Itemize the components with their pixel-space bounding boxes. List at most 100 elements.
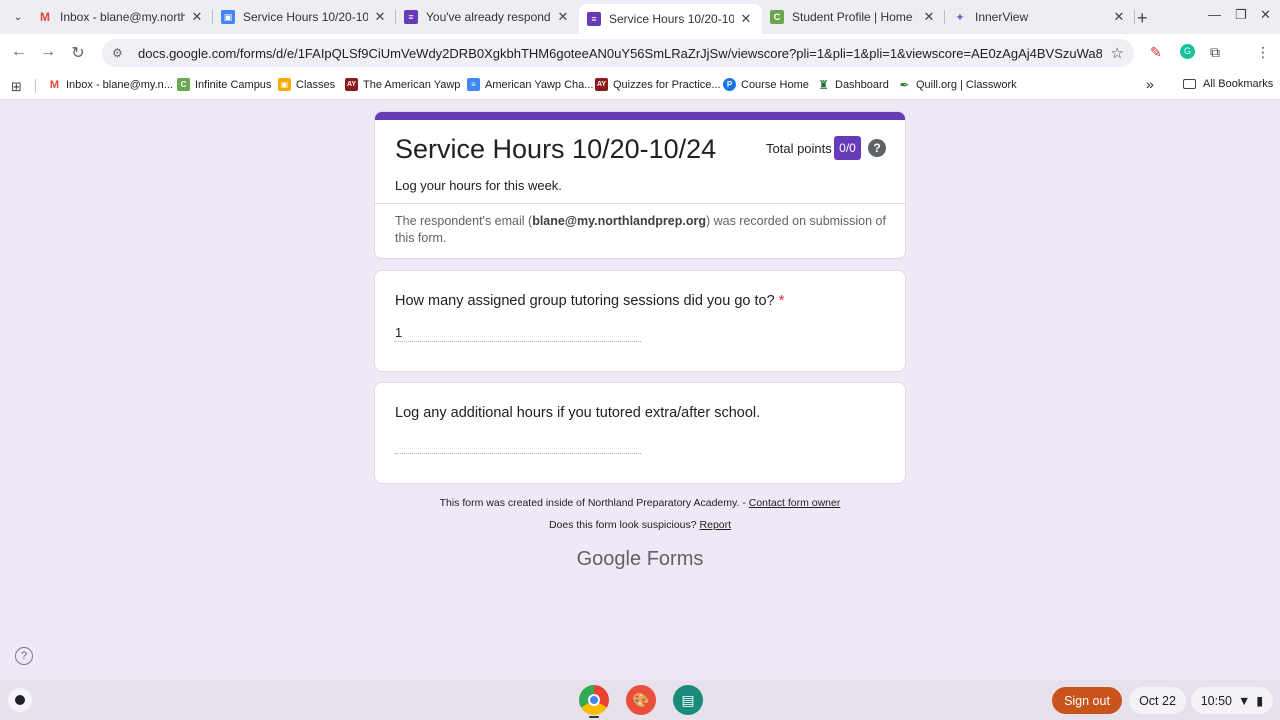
close-window-icon[interactable]: ✕ <box>1260 7 1271 23</box>
bookmarks-separator <box>35 79 36 93</box>
launcher-icon[interactable] <box>8 688 32 712</box>
bookmark-infinite-campus[interactable]: C Infinite Campus <box>177 78 271 91</box>
tab-innerview[interactable]: ✦ InnerView ✕ <box>945 4 1135 30</box>
back-arrow-icon[interactable]: ← <box>9 43 29 61</box>
time-display: 10:50 <box>1200 693 1232 708</box>
gmail-icon: M <box>49 78 60 91</box>
all-bookmarks-label: All Bookmarks <box>1203 78 1274 90</box>
grammarly-icon[interactable]: G <box>1180 44 1195 59</box>
answer-underline <box>395 453 641 454</box>
classroom-icon: ▣ <box>221 10 235 24</box>
forms-icon: ≡ <box>404 10 418 24</box>
contact-form-owner-link[interactable]: Contact form owner <box>749 497 841 509</box>
report-link[interactable]: Report <box>700 519 732 531</box>
innerview-icon: ✦ <box>955 11 965 24</box>
new-tab-plus-icon[interactable]: + <box>1137 8 1148 29</box>
bookmark-course-home[interactable]: P Course Home <box>723 78 809 91</box>
active-app-indicator <box>589 716 599 718</box>
footer-created-text: This form was created inside of Northlan… <box>439 497 749 509</box>
close-icon[interactable]: ✕ <box>372 9 388 25</box>
bookmark-label: Dashboard <box>835 78 889 91</box>
restore-icon[interactable]: ❐ <box>1235 7 1247 23</box>
bookmark-classes[interactable]: ▣ Classes <box>278 78 335 91</box>
required-asterisk: * <box>778 293 785 309</box>
tab-already-responded[interactable]: ≡ You've already responded ✕ <box>396 4 579 30</box>
tab-title: Service Hours 10/20-10/24 <box>609 12 734 26</box>
site-info-icon[interactable]: ⚙ <box>112 46 130 60</box>
yawp-icon: AY <box>345 78 358 91</box>
more-menu-icon[interactable]: ⋮ <box>1256 44 1270 61</box>
tab-student-profile[interactable]: C Student Profile | Home | Infi ✕ <box>762 4 945 30</box>
chrome-app-icon[interactable] <box>579 685 609 715</box>
tab-inbox[interactable]: M Inbox - blane@my.northland ✕ <box>30 4 213 30</box>
header-divider <box>375 203 905 204</box>
total-points-label: Total points <box>766 141 832 156</box>
help-question-icon[interactable]: ? <box>868 139 886 157</box>
forms-wordmark: Forms <box>646 548 704 570</box>
forward-arrow-icon[interactable]: → <box>38 43 58 61</box>
pen-extension-icon[interactable]: ✎ <box>1150 44 1162 61</box>
bookmark-label: Infinite Campus <box>195 78 272 91</box>
extensions-puzzle-icon[interactable]: ⧉ <box>1210 44 1220 61</box>
bookmark-star-icon[interactable]: ☆ <box>1111 44 1124 62</box>
form-description: Log your hours for this week. <box>395 178 562 193</box>
bookmark-label: Inbox - blane@my.n... <box>66 78 173 91</box>
question-text: Log any additional hours if you tutored … <box>395 405 760 421</box>
page-help-icon[interactable]: ? <box>15 647 33 665</box>
bookmarks-overflow-chevron-icon[interactable]: » <box>1146 76 1154 92</box>
footer-created-note: This form was created inside of Northlan… <box>374 497 906 509</box>
bookmark-dashboard[interactable]: ♜ Dashboard <box>817 77 889 92</box>
tab-title: Service Hours 10/20-10/24 <box>243 10 368 24</box>
url-text[interactable]: docs.google.com/forms/d/e/1FAIpQLSf9CiUm… <box>138 46 1102 61</box>
bookmark-label: Course Home <box>741 78 809 91</box>
bookmark-inbox[interactable]: M Inbox - blane@my.n... <box>48 78 173 91</box>
classroom-icon: ▣ <box>278 78 291 91</box>
close-icon[interactable]: ✕ <box>189 9 205 25</box>
bookmark-quill[interactable]: ✒ Quill.org | Classwork <box>898 77 1016 92</box>
close-icon[interactable]: ✕ <box>555 9 571 25</box>
classroom-app-icon[interactable]: ▤ <box>673 685 703 715</box>
browser-toolbar: ← → ↻ ⚙ docs.google.com/forms/d/e/1FAIpQ… <box>0 34 1280 72</box>
sign-out-button[interactable]: Sign out <box>1052 687 1122 714</box>
form-title: Service Hours 10/20-10/24 <box>395 134 717 164</box>
form-accent-bar <box>375 112 905 120</box>
close-icon[interactable]: ✕ <box>1111 9 1127 25</box>
canvas-art-app-icon[interactable]: 🎨 <box>626 685 656 715</box>
tab-service-hours-form-active[interactable]: ≡ Service Hours 10/20-10/24 ✕ <box>579 4 762 34</box>
date-display[interactable]: Oct 22 <box>1129 687 1186 714</box>
bookmarks-bar: ⊞ M Inbox - blane@my.n... C Infinite Cam… <box>0 72 1280 100</box>
tab-service-hours-classroom[interactable]: ▣ Service Hours 10/20-10/24 ✕ <box>213 4 396 30</box>
status-tray[interactable]: 10:50 ▼ ▮ <box>1191 687 1273 714</box>
address-bar[interactable]: ⚙ docs.google.com/forms/d/e/1FAIpQLSf9Ci… <box>102 39 1134 67</box>
tab-title: Inbox - blane@my.northland <box>60 10 185 24</box>
apps-grid-icon[interactable]: ⊞ <box>11 79 22 95</box>
minimize-icon[interactable]: — <box>1208 7 1221 22</box>
close-icon[interactable]: ✕ <box>921 9 937 25</box>
question-card-tutoring-sessions: How many assigned group tutoring session… <box>374 270 906 372</box>
all-bookmarks-button[interactable]: All Bookmarks <box>1183 78 1273 90</box>
close-icon[interactable]: ✕ <box>738 11 754 27</box>
yawp-icon: AY <box>595 78 608 91</box>
tab-search-chevron-icon[interactable]: ⌄ <box>8 7 28 27</box>
bookmark-quizzes[interactable]: AY Quizzes for Practice... <box>595 78 721 91</box>
bookmark-label: The American Yawp <box>363 78 461 91</box>
dashboard-icon: ♜ <box>818 77 829 92</box>
google-forms-logo[interactable]: Google Forms <box>374 548 906 571</box>
tab-list: M Inbox - blane@my.northland ✕ ▣ Service… <box>30 4 1135 34</box>
bookmark-label: Quizzes for Practice... <box>613 78 721 91</box>
quill-icon: ✒ <box>899 77 910 92</box>
form-header-card: Service Hours 10/20-10/24 Total points 0… <box>374 111 906 259</box>
bookmark-label: Classes <box>296 78 336 91</box>
tab-title: Student Profile | Home | Infi <box>792 10 917 24</box>
score-badge: 0/0 <box>834 136 861 160</box>
battery-icon: ▮ <box>1256 694 1264 708</box>
bookmark-label: American Yawp Cha... <box>485 78 594 91</box>
campus-icon: C <box>770 10 784 24</box>
forms-icon: ≡ <box>587 12 601 26</box>
bookmark-yawp-chapter[interactable]: ≡ American Yawp Cha... <box>467 78 593 91</box>
question-label: How many assigned group tutoring session… <box>395 293 775 309</box>
tab-title: You've already responded <box>426 10 551 24</box>
google-wordmark: Google <box>576 548 642 570</box>
bookmark-american-yawp[interactable]: AY The American Yawp <box>345 78 460 91</box>
reload-icon[interactable]: ↻ <box>68 43 88 63</box>
